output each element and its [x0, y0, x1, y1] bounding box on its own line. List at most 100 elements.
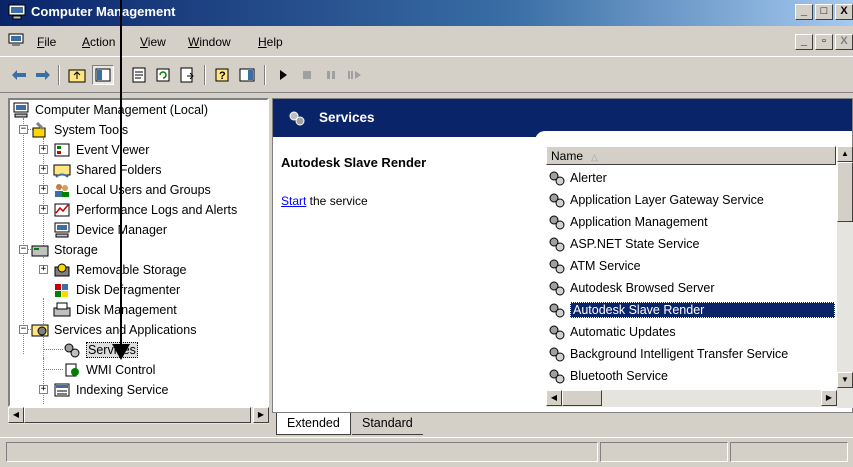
mdi-restore-button[interactable]: ▫: [815, 34, 833, 50]
tree-item-shared-folders[interactable]: Shared Folders: [53, 160, 161, 180]
system-tools-icon: [32, 122, 46, 138]
services-header-title: Services: [319, 110, 375, 125]
service-gears-icon: [549, 347, 565, 361]
view-tabs: Extended Standard: [272, 413, 853, 437]
tree-item-system-tools[interactable]: System Tools: [31, 120, 128, 140]
menu-view[interactable]: View: [140, 35, 166, 49]
list-vertical-thumb[interactable]: [837, 162, 853, 222]
menu-file[interactable]: File: [37, 35, 56, 49]
wmi-control-icon: [65, 363, 79, 377]
maximize-button[interactable]: □: [815, 4, 833, 20]
tree-item-disk-defragmenter[interactable]: Disk Defragmenter: [53, 280, 180, 300]
list-item-selected[interactable]: Autodesk Slave Render: [546, 299, 836, 320]
status-panel-main: [6, 442, 598, 462]
export-list-button[interactable]: [176, 65, 198, 85]
tree-item-services-applications[interactable]: Services and Applications: [31, 320, 196, 340]
list-item[interactable]: ATM Service: [546, 255, 836, 276]
tree-item-performance-logs[interactable]: Performance Logs and Alerts: [53, 200, 237, 220]
restart-icon: [348, 71, 361, 79]
up-one-level-button[interactable]: [66, 65, 88, 85]
minimize-button[interactable]: _: [795, 4, 813, 20]
list-item[interactable]: Bluetooth Service: [546, 365, 836, 386]
list-scroll-left-button[interactable]: ◀: [546, 390, 562, 406]
tree-item-disk-management[interactable]: Disk Management: [53, 300, 177, 320]
list-scroll-thumb[interactable]: [562, 390, 602, 406]
expander-storage[interactable]: −: [19, 245, 28, 254]
tree-item-computer-management[interactable]: Computer Management (Local): [12, 100, 208, 120]
tab-extended[interactable]: Extended: [276, 413, 351, 435]
expander-services-applications[interactable]: −: [19, 325, 28, 334]
menu-help[interactable]: Help: [258, 35, 283, 49]
restart-service-button[interactable]: [344, 65, 366, 85]
mdi-close-button[interactable]: X: [835, 34, 853, 50]
list-scroll-right-button[interactable]: ▶: [821, 390, 837, 406]
pause-service-button[interactable]: [320, 65, 342, 85]
mdi-minimize-button[interactable]: _: [795, 34, 813, 50]
column-header-name[interactable]: Name △: [546, 146, 836, 165]
disk-defragmenter-icon: [55, 284, 68, 297]
menu-action[interactable]: Action: [82, 35, 115, 49]
tree-item-indexing-service[interactable]: Indexing Service: [53, 380, 168, 400]
show-hide-console-tree-button[interactable]: [92, 65, 114, 85]
scroll-up-button[interactable]: ▲: [837, 146, 853, 162]
list-item[interactable]: Background Intelligent Transfer Service: [546, 343, 836, 364]
stop-service-button[interactable]: [296, 65, 318, 85]
list-item[interactable]: Alerter: [546, 167, 836, 188]
list-item[interactable]: Automatic Updates: [546, 321, 836, 342]
forward-arrow-icon: [36, 70, 50, 80]
tree-item-event-viewer[interactable]: Event Viewer: [53, 140, 149, 160]
expander-indexing-service[interactable]: +: [39, 385, 48, 394]
device-manager-icon: [54, 222, 70, 238]
selected-service-name: Autodesk Slave Render: [281, 155, 427, 170]
services-list[interactable]: Name △ Alerter Application Layer Gateway …: [546, 146, 853, 408]
list-vertical-scrollbar[interactable]: ▲ ▼: [837, 146, 853, 408]
back-button[interactable]: [8, 65, 30, 85]
tree-scroll-thumb[interactable]: [24, 407, 251, 423]
start-service-button[interactable]: [272, 65, 294, 85]
folder-up-icon: [68, 69, 86, 83]
list-horizontal-scrollbar[interactable]: ◀ ▶: [546, 390, 837, 407]
expander-shared-folders[interactable]: +: [39, 165, 48, 174]
refresh-button[interactable]: [152, 65, 174, 85]
expander-system-tools[interactable]: −: [19, 125, 28, 134]
tree-item-local-users-groups[interactable]: Local Users and Groups: [53, 180, 211, 200]
expander-removable-storage[interactable]: +: [39, 265, 48, 274]
scroll-right-button[interactable]: ▶: [253, 407, 269, 423]
service-action: Start the service: [281, 194, 368, 208]
help-button[interactable]: ?: [212, 65, 234, 85]
close-button[interactable]: X: [835, 4, 853, 20]
tree-item-device-manager[interactable]: Device Manager: [53, 220, 167, 240]
console-tree[interactable]: − + + + + − + − + Computer Management (L…: [8, 98, 269, 407]
status-panel-3: [730, 442, 848, 462]
menu-window[interactable]: Window: [188, 35, 231, 49]
list-item[interactable]: Application Management: [546, 211, 836, 232]
status-bar: [0, 437, 853, 467]
scroll-down-button[interactable]: ▼: [837, 372, 853, 388]
service-gears-icon: [549, 215, 565, 229]
document-system-menu-icon[interactable]: [8, 33, 24, 47]
tree-item-storage[interactable]: Storage: [31, 240, 98, 260]
show-hide-action-pane-button[interactable]: [236, 65, 258, 85]
start-service-link[interactable]: Start: [281, 194, 306, 208]
forward-button[interactable]: [32, 65, 54, 85]
properties-button[interactable]: [128, 65, 150, 85]
expander-local-users[interactable]: +: [39, 185, 48, 194]
title-bar[interactable]: Computer Management _ □ X: [0, 0, 853, 26]
window-title: Computer Management: [31, 4, 176, 19]
list-item[interactable]: Application Layer Gateway Service: [546, 189, 836, 210]
tree-item-wmi-control[interactable]: WMI Control: [63, 360, 155, 380]
action-pane-icon: [239, 68, 255, 82]
storage-icon: [31, 245, 49, 257]
tree-horizontal-scrollbar[interactable]: ◀ ▶: [8, 407, 269, 424]
expander-event-viewer[interactable]: +: [39, 145, 48, 154]
service-gears-icon: [549, 259, 565, 273]
expander-performance-logs[interactable]: +: [39, 205, 48, 214]
disk-management-icon: [53, 302, 71, 317]
list-item[interactable]: ASP.NET State Service: [546, 233, 836, 254]
tab-standard[interactable]: Standard: [352, 413, 423, 435]
computer-icon: [13, 102, 29, 118]
list-item[interactable]: Autodesk Browsed Server: [546, 277, 836, 298]
annotation-arrow-head: [112, 344, 130, 360]
scroll-left-button[interactable]: ◀: [8, 407, 24, 423]
properties-icon: [132, 67, 146, 83]
